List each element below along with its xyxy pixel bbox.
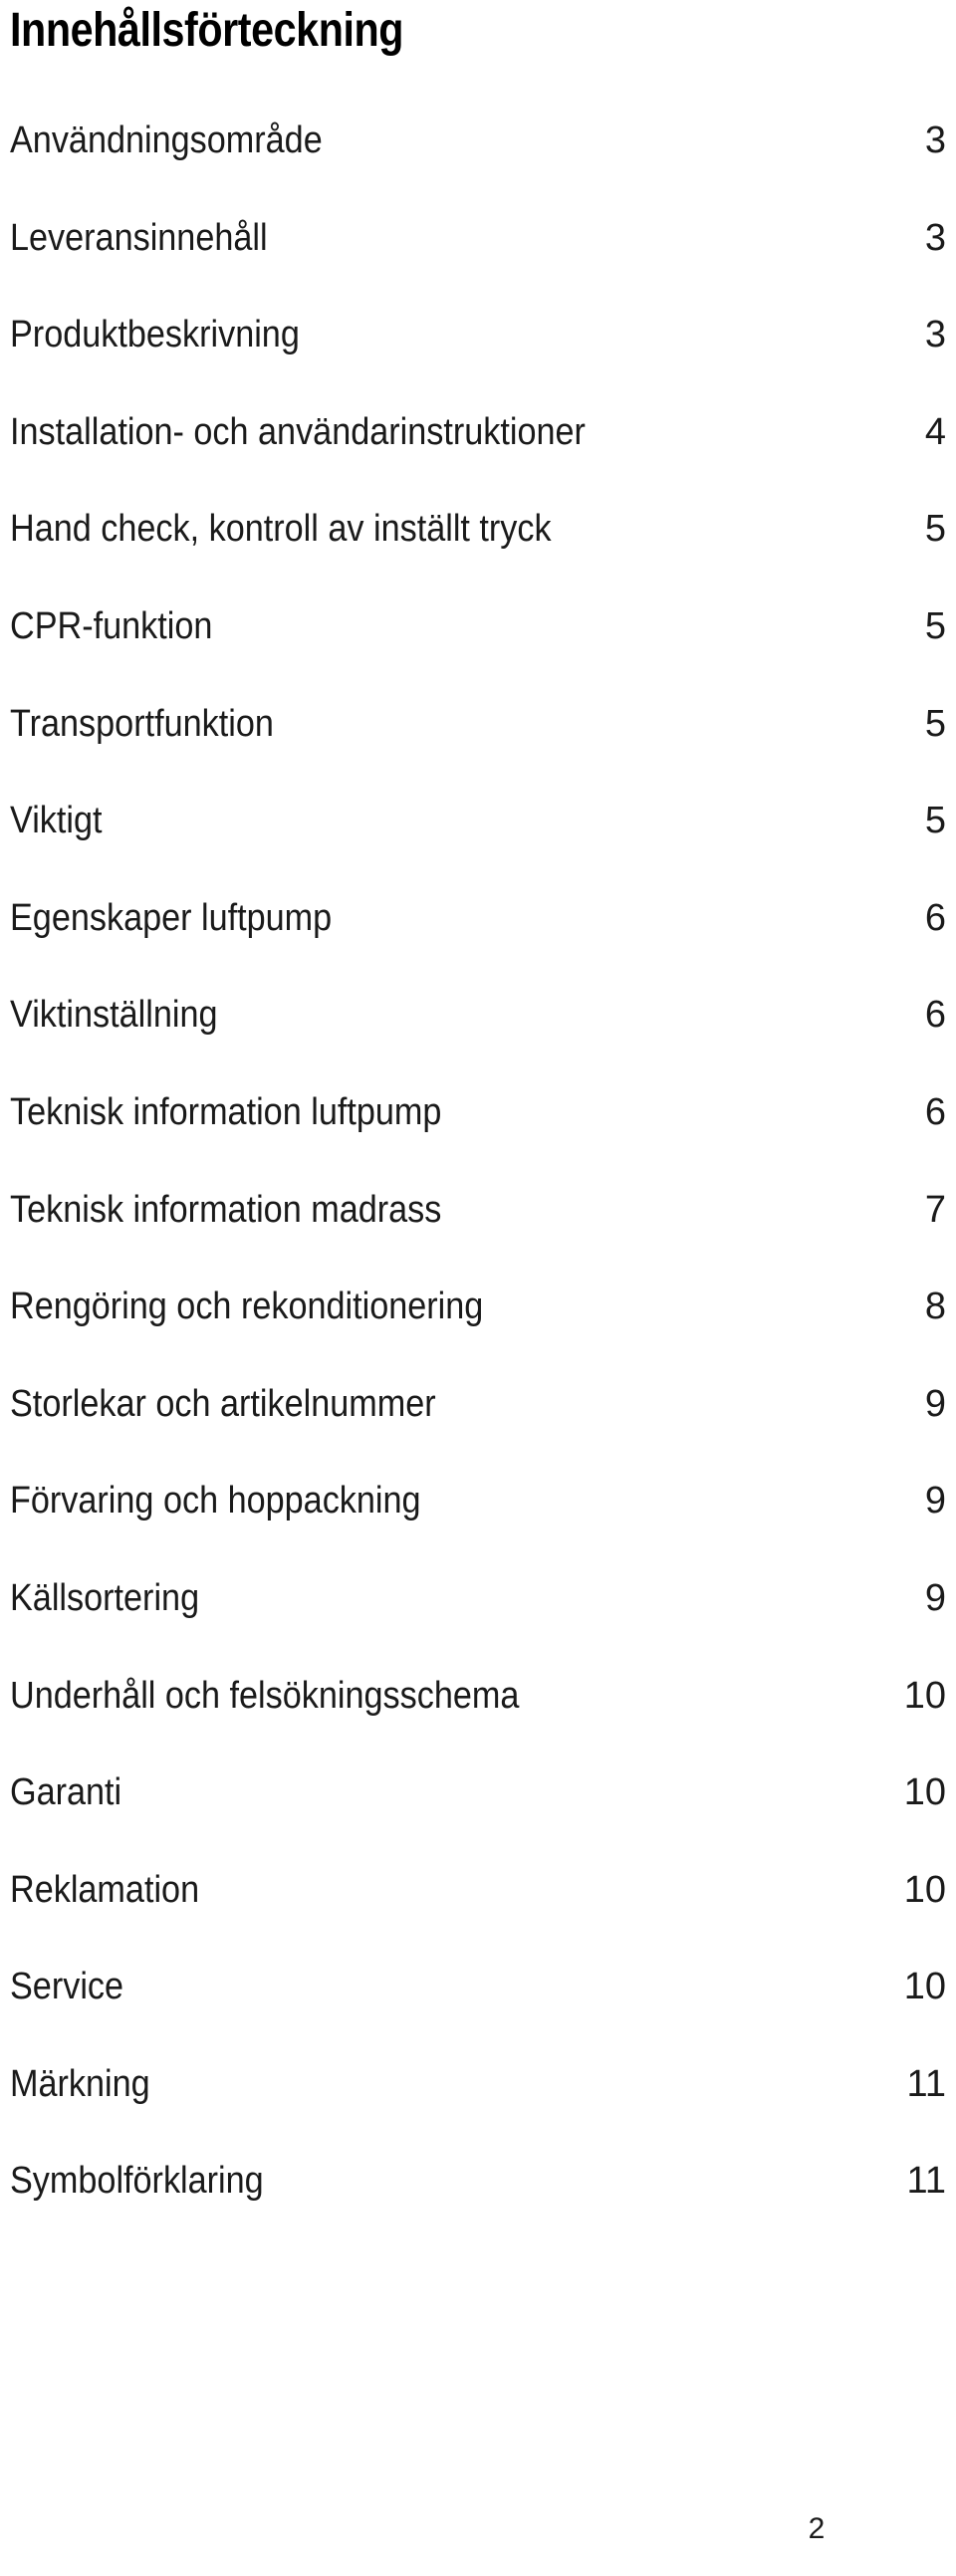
- toc-entry-page-number: 3: [924, 119, 946, 161]
- toc-entry-page-number: 11: [906, 2062, 946, 2105]
- page-title: Innehållsförteckning: [10, 4, 404, 57]
- toc-entry-label: Transportfunktion: [10, 702, 274, 745]
- toc-entry-page-number: 10: [903, 1674, 946, 1717]
- toc-entry[interactable]: Viktigt 5: [10, 798, 946, 895]
- toc-entry-page-number: 5: [924, 702, 946, 745]
- toc-entry-page-number: 9: [924, 1576, 946, 1619]
- toc-entry[interactable]: Hand check, kontroll av inställt tryck 5: [10, 506, 946, 603]
- toc-entry-page-number: 6: [924, 1090, 946, 1133]
- toc-entry-page-number: 4: [924, 410, 946, 453]
- toc-entry[interactable]: Källsortering 9: [10, 1575, 946, 1673]
- toc-entry-label: Leveransinnehåll: [10, 216, 268, 259]
- toc-entry-page-number: 6: [924, 994, 946, 1037]
- toc-entry-label: Teknisk information madrass: [10, 1188, 442, 1231]
- toc-entry-page-number: 9: [924, 1480, 946, 1522]
- toc-entry[interactable]: Storlekar och artikelnummer 9: [10, 1381, 946, 1479]
- toc-entry-label: Märkning: [10, 2062, 150, 2105]
- toc-entry-label: Användningsområde: [10, 119, 323, 161]
- toc-entry-label: Installation- och användarinstruktioner: [10, 410, 586, 453]
- toc-entry-label: Rengöring och rekonditionering: [10, 1286, 484, 1328]
- toc-entry-label: Service: [10, 1966, 124, 2008]
- toc-entry[interactable]: Underhåll och felsökningsschema 10: [10, 1673, 946, 1770]
- toc-entry-label: Symbolförklaring: [10, 2160, 264, 2203]
- footer-page-number: 2: [808, 2512, 826, 2545]
- toc-entry-label: Källsortering: [10, 1576, 200, 1619]
- toc-entry-label: Viktinställning: [10, 994, 218, 1037]
- toc-entry[interactable]: Reklamation 10: [10, 1867, 946, 1965]
- toc-entry-label: Egenskaper luftpump: [10, 896, 333, 939]
- toc-entry-label: Hand check, kontroll av inställt tryck: [10, 508, 552, 551]
- toc-entry-label: Förvaring och hoppackning: [10, 1480, 421, 1522]
- toc-entry-page-number: 10: [903, 1966, 946, 2008]
- toc-entry[interactable]: Viktinställning 6: [10, 992, 946, 1089]
- toc-entry-page-number: 10: [903, 1868, 946, 1911]
- table-of-contents-list: Användningsområde 3 Leveransinnehåll 3 Produ…: [10, 117, 946, 2255]
- toc-entry[interactable]: Teknisk information luftpump 6: [10, 1089, 946, 1187]
- toc-entry-page-number: 6: [924, 896, 946, 939]
- toc-entry-label: Teknisk information luftpump: [10, 1090, 442, 1133]
- toc-entry-label: Storlekar och artikelnummer: [10, 1382, 436, 1425]
- document-page: Innehållsförteckning Användningsområde 3 L…: [0, 0, 956, 2576]
- toc-entry-label: Reklamation: [10, 1868, 200, 1911]
- toc-entry-page-number: 5: [924, 800, 946, 842]
- toc-entry-label: Produktbeskrivning: [10, 314, 300, 356]
- toc-entry-page-number: 3: [924, 216, 946, 259]
- toc-entry-page-number: 8: [924, 1286, 946, 1328]
- toc-entry-label: Underhåll och felsökningsschema: [10, 1674, 520, 1717]
- toc-entry-page-number: 5: [924, 604, 946, 647]
- toc-entry-page-number: 7: [924, 1188, 946, 1231]
- toc-entry[interactable]: Installation- och användarinstruktioner 4: [10, 409, 946, 507]
- toc-entry-label: Viktigt: [10, 800, 103, 842]
- toc-entry[interactable]: Förvaring och hoppackning 9: [10, 1478, 946, 1575]
- toc-entry-page-number: 10: [903, 1771, 946, 1814]
- toc-entry[interactable]: CPR-funktion 5: [10, 603, 946, 701]
- toc-entry[interactable]: Egenskaper luftpump 6: [10, 895, 946, 993]
- toc-entry[interactable]: Teknisk information madrass 7: [10, 1187, 946, 1285]
- toc-entry[interactable]: Garanti 10: [10, 1769, 946, 1867]
- toc-entry[interactable]: Transportfunktion 5: [10, 701, 946, 799]
- toc-entry[interactable]: Service 10: [10, 1964, 946, 2061]
- toc-entry-label: Garanti: [10, 1771, 122, 1814]
- toc-entry-page-number: 3: [924, 314, 946, 356]
- toc-entry-label: CPR-funktion: [10, 604, 213, 647]
- toc-entry[interactable]: Leveransinnehåll 3: [10, 215, 946, 313]
- toc-entry[interactable]: Rengöring och rekonditionering 8: [10, 1284, 946, 1381]
- toc-entry[interactable]: Märkning 11: [10, 2061, 946, 2159]
- toc-entry-page-number: 9: [924, 1382, 946, 1425]
- toc-entry[interactable]: Symbolförklaring 11: [10, 2158, 946, 2255]
- toc-entry[interactable]: Produktbeskrivning 3: [10, 312, 946, 409]
- toc-entry[interactable]: Användningsområde 3: [10, 117, 946, 215]
- toc-entry-page-number: 5: [924, 508, 946, 551]
- toc-entry-page-number: 11: [906, 2160, 946, 2203]
